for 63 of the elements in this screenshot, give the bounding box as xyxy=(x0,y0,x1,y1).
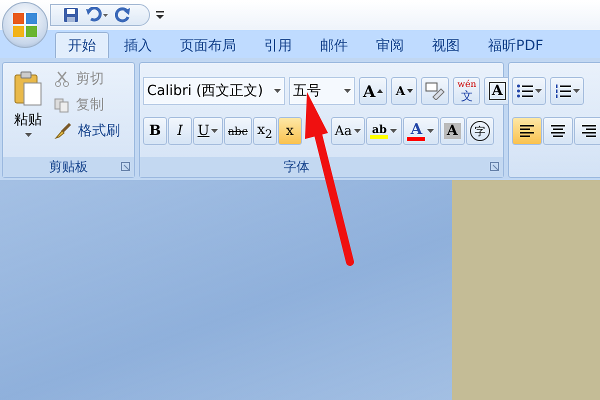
scissors-icon xyxy=(54,71,70,87)
paste-button[interactable]: 粘贴 xyxy=(6,67,50,153)
ribbon-tab[interactable]: 审阅 xyxy=(363,32,417,58)
font-size-field[interactable]: 五号 xyxy=(289,77,355,105)
character-border-button[interactable]: A xyxy=(484,77,510,105)
ribbon-tab[interactable]: 页面布局 xyxy=(167,32,249,58)
align-right-icon xyxy=(581,124,597,138)
customize-toolbar-icon[interactable] xyxy=(156,10,164,20)
script-button[interactable]: x xyxy=(278,117,302,145)
align-button[interactable] xyxy=(512,117,542,145)
shrink-font-button[interactable]: A xyxy=(391,77,418,105)
highlight-button[interactable]: ab xyxy=(366,117,402,145)
format-painter-button[interactable]: 格式刷 xyxy=(54,121,120,141)
numbered-list-icon xyxy=(554,84,570,98)
clipboard-icon xyxy=(13,71,43,107)
undo-icon[interactable] xyxy=(85,7,109,23)
font-color-button[interactable]: A xyxy=(402,117,439,145)
office-logo-icon xyxy=(12,12,38,38)
caret-icon xyxy=(211,129,218,133)
bullet-list-icon xyxy=(516,84,532,98)
group-label: 字体 xyxy=(284,159,310,176)
caret-icon xyxy=(572,89,580,93)
align-button[interactable] xyxy=(543,117,573,145)
bold-button[interactable]: B xyxy=(143,117,167,145)
ribbon-tab[interactable]: 引用 xyxy=(251,32,305,58)
grow-font-button[interactable]: A xyxy=(359,77,388,105)
dialog-launcher-icon[interactable] xyxy=(121,162,130,171)
caret-icon xyxy=(407,89,414,93)
caret-icon xyxy=(377,89,384,93)
numbering-button[interactable] xyxy=(550,77,584,105)
phonetic-guide-button[interactable]: wén 文 xyxy=(453,77,480,105)
redo-icon[interactable] xyxy=(115,7,131,23)
copy-icon xyxy=(54,97,70,113)
caret-icon xyxy=(274,89,281,93)
caret-icon xyxy=(390,129,398,133)
bullets-button[interactable] xyxy=(512,77,546,105)
ribbon-tab[interactable]: 插入 xyxy=(111,32,165,58)
dialog-launcher-icon[interactable] xyxy=(490,162,499,171)
caret-icon xyxy=(24,133,32,137)
ribbon-tab[interactable]: 开始 xyxy=(55,32,109,58)
underline-button[interactable]: U xyxy=(193,117,223,145)
eraser-icon xyxy=(425,82,446,100)
align-center-icon xyxy=(550,124,566,138)
group-label: 剪贴板 xyxy=(49,159,88,176)
ribbon-tab[interactable]: 视图 xyxy=(419,32,473,58)
caret-icon xyxy=(427,129,434,133)
caret-icon xyxy=(354,129,361,133)
enclose-character-button[interactable]: 字 xyxy=(466,117,494,145)
clear-format-button[interactable] xyxy=(421,77,450,105)
change-case-button[interactable]: Aa xyxy=(330,117,365,145)
font-name-field[interactable]: Calibri (西文正文) xyxy=(143,77,285,105)
script-button[interactable]: x$_{2}$ xyxy=(252,117,277,145)
align-button[interactable] xyxy=(574,117,600,145)
caret-icon xyxy=(534,89,542,93)
save-icon[interactable] xyxy=(63,7,79,23)
caret-icon xyxy=(344,89,351,93)
strikethrough-button[interactable]: abc xyxy=(224,117,252,145)
ribbon-tab[interactable]: 邮件 xyxy=(307,32,361,58)
character-shading-button[interactable]: A xyxy=(440,117,465,145)
paintbrush-icon xyxy=(54,122,72,140)
align-left-icon xyxy=(519,124,535,138)
italic-button[interactable]: I xyxy=(168,117,192,145)
ribbon-tab[interactable]: 福昕PDF xyxy=(475,32,556,58)
